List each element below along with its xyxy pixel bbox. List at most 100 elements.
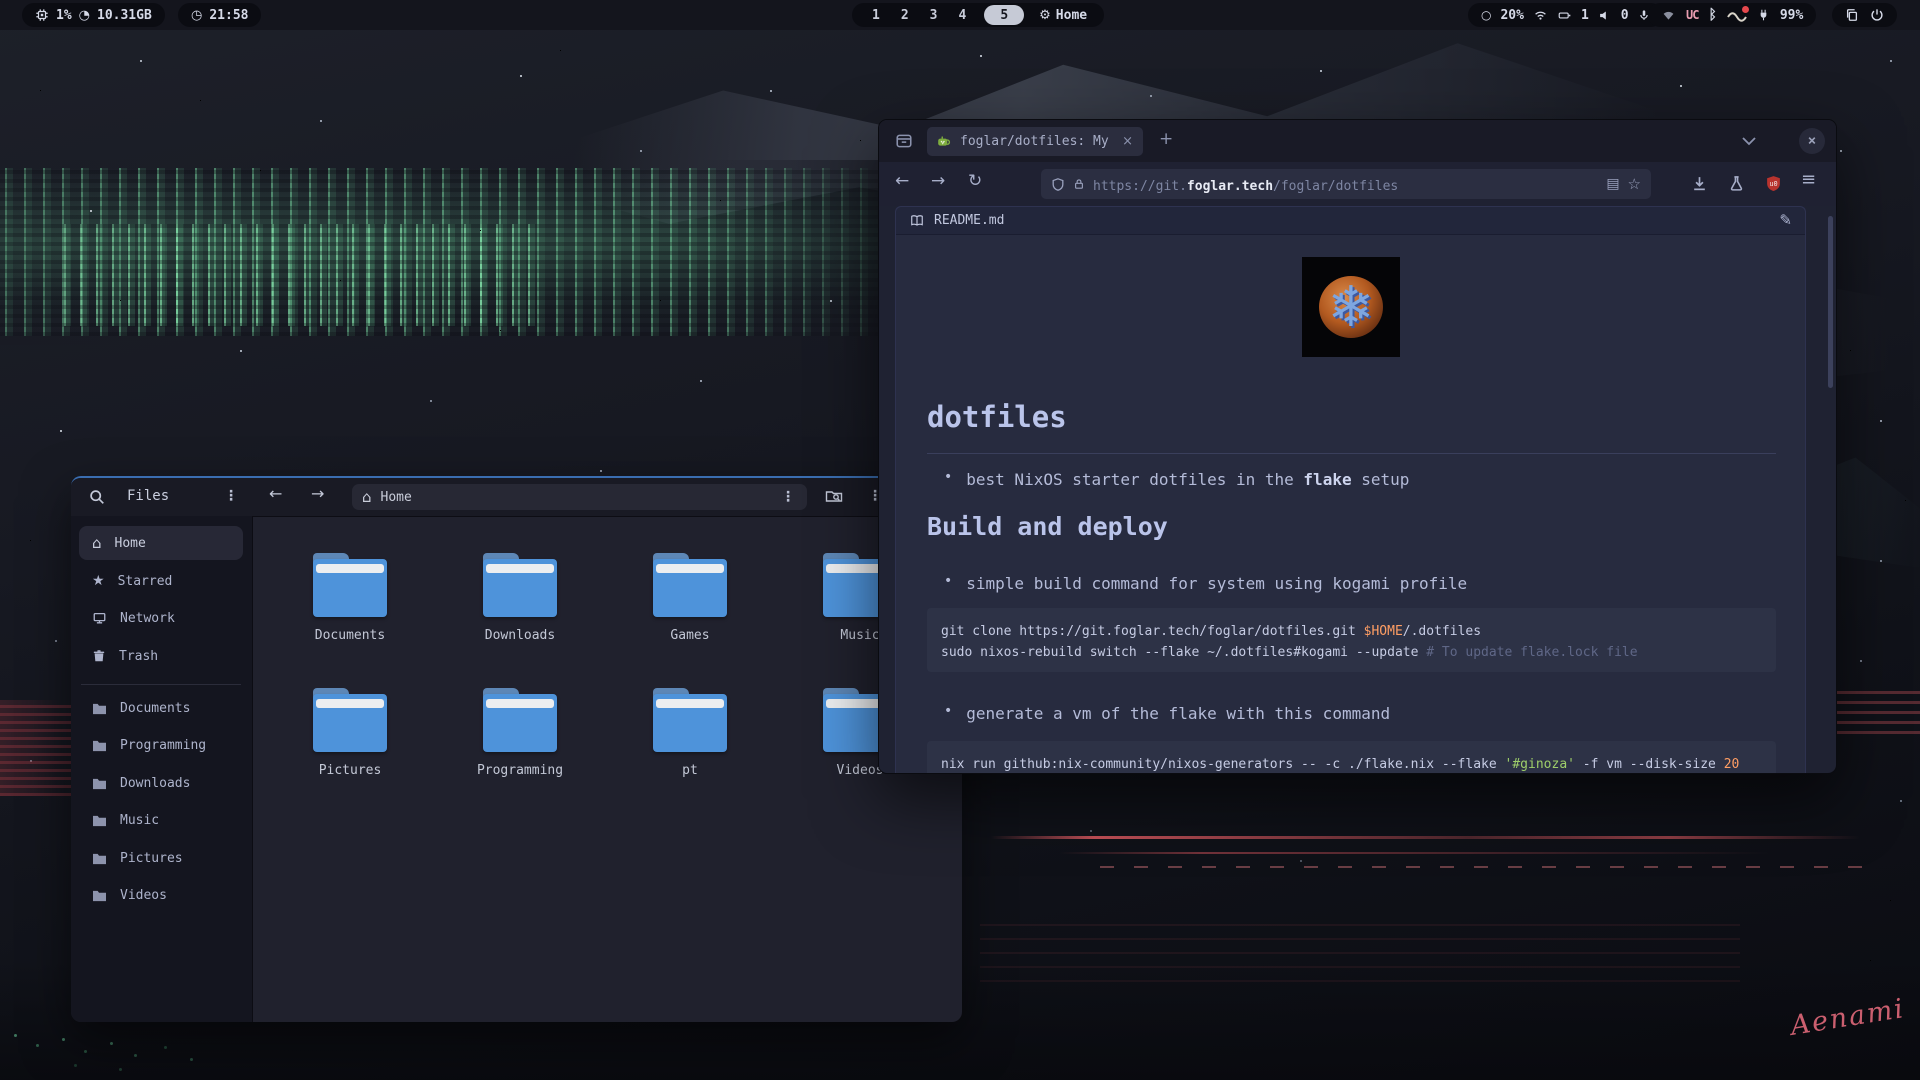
- forward-button[interactable]: →: [311, 486, 324, 502]
- browser-window: foglar/dotfiles: My × + × ← → ↻ https://…: [878, 119, 1837, 774]
- tracking-shield-icon[interactable]: [1051, 177, 1065, 192]
- url-path: /foglar/dotfiles: [1273, 179, 1398, 194]
- clock-pill[interactable]: ◷ 21:58: [178, 3, 261, 27]
- bullet-icon: •: [944, 470, 952, 489]
- wallpaper-red-streak: [990, 836, 1860, 839]
- files-sidebar: ⌂ Home ★ Starred Network Trash Documents: [71, 516, 253, 1022]
- files-sidebar-menu-icon[interactable]: ⋮: [224, 488, 238, 504]
- reader-mode-icon[interactable]: ▤: [1606, 177, 1619, 191]
- ublock-icon[interactable]: u0: [1765, 175, 1782, 192]
- extension-flask-icon[interactable]: [1728, 175, 1745, 192]
- folder-documents[interactable]: Documents: [290, 553, 410, 643]
- downloads-icon[interactable]: [1691, 175, 1708, 192]
- mode-indicator[interactable]: ⚙ Home: [1039, 8, 1087, 23]
- workspace-3[interactable]: 3: [927, 8, 941, 23]
- wallpaper-aurora-fade: [0, 160, 1000, 345]
- uc-app-tray-icon: UC: [1686, 8, 1698, 22]
- network-tray-icon: [1661, 9, 1676, 22]
- system-stats-pill[interactable]: 1% ◔ 10.31GB: [22, 3, 165, 27]
- sidebar-item-programming[interactable]: Programming: [79, 728, 243, 762]
- readme-bullet-3: • generate a vm of the flake with this c…: [944, 704, 1390, 723]
- session-pill[interactable]: [1832, 3, 1897, 27]
- code-text: -f vm --disk-size: [1575, 757, 1724, 772]
- speaker-icon: [1598, 9, 1612, 22]
- bookmark-star-icon[interactable]: ☆: [1628, 177, 1641, 192]
- window-close-button[interactable]: ×: [1799, 128, 1825, 154]
- reload-button[interactable]: ↻: [968, 173, 982, 190]
- readme-bullet-2: • simple build command for system using …: [944, 574, 1467, 593]
- quick-settings-pill[interactable]: ○ 20% 1 0: [1468, 3, 1663, 27]
- search-icon[interactable]: [89, 489, 105, 505]
- mode-label: Home: [1056, 8, 1087, 23]
- edit-pencil-icon[interactable]: ✎: [1779, 213, 1792, 228]
- sidebar-item-network[interactable]: Network: [79, 601, 243, 635]
- sidebar-item-label: Documents: [120, 701, 190, 716]
- star-icon: ★: [92, 574, 105, 588]
- sidebar-item-documents[interactable]: Documents: [79, 691, 243, 725]
- folder-icon: [313, 688, 387, 754]
- code-text: sudo nixos-rebuild switch --flake ~/.dot…: [941, 645, 1426, 660]
- sidebar-item-music[interactable]: Music: [79, 803, 243, 837]
- tab-close-icon[interactable]: ×: [1122, 134, 1133, 149]
- browser-tabbar[interactable]: foglar/dotfiles: My × + ×: [879, 120, 1836, 162]
- code-block-vm[interactable]: nix run github:nix-community/nixos-gener…: [927, 741, 1776, 774]
- folder-icon: [92, 889, 107, 902]
- trash-icon: [92, 649, 106, 663]
- path-location: Home: [381, 490, 412, 505]
- workspace-1[interactable]: 1: [869, 8, 883, 23]
- folder-games[interactable]: Games: [630, 553, 750, 643]
- folder-icon: [653, 553, 727, 619]
- code-text: nix run github:nix-community/nixos-gener…: [941, 757, 1505, 772]
- bullet-text: best NixOS starter dotfiles in the: [966, 470, 1303, 489]
- wallpaper-red-streak: [1836, 688, 1920, 734]
- scrollbar-thumb[interactable]: [1828, 216, 1833, 388]
- forward-button[interactable]: →: [931, 173, 945, 190]
- path-menu-icon[interactable]: ⋮: [781, 489, 795, 505]
- tab-title: foglar/dotfiles: My: [960, 134, 1109, 149]
- search-folder-view-icon[interactable]: [825, 488, 843, 504]
- folder-icon: [313, 553, 387, 619]
- folder-icon: [92, 702, 107, 715]
- folder-label: Programming: [460, 763, 580, 778]
- sidebar-item-downloads[interactable]: Downloads: [79, 766, 243, 800]
- lock-icon[interactable]: [1073, 177, 1085, 191]
- vpn-wave-icon: [1727, 8, 1747, 22]
- clipboard-icon: [1845, 8, 1859, 22]
- sidebar-item-pictures[interactable]: Pictures: [79, 841, 243, 875]
- readme-header[interactable]: README.md ✎: [896, 207, 1805, 235]
- folder-downloads[interactable]: Downloads: [460, 553, 580, 643]
- new-tab-button[interactable]: +: [1159, 129, 1173, 149]
- sidebar-item-trash[interactable]: Trash: [79, 639, 243, 673]
- sidebar-item-videos[interactable]: Videos: [79, 878, 243, 912]
- tab-sidebar-icon[interactable]: [895, 132, 913, 150]
- workspace-4[interactable]: 4: [955, 8, 969, 23]
- code-line: sudo nixos-rebuild switch --flake ~/.dot…: [941, 642, 1762, 663]
- folder-programming[interactable]: Programming: [460, 688, 580, 778]
- hamburger-menu-icon[interactable]: ≡: [1801, 171, 1816, 189]
- url-text[interactable]: https://git.foglar.tech/foglar/dotfiles: [1093, 175, 1398, 194]
- nixos-snowflake-icon: ❄: [1302, 257, 1400, 357]
- url-bar[interactable]: https://git.foglar.tech/foglar/dotfiles …: [1041, 169, 1651, 199]
- system-tray-pill[interactable]: UC ᛒ 99%: [1648, 3, 1816, 27]
- url-domain: foglar.tech: [1187, 179, 1273, 194]
- files-headerbar[interactable]: Files ⋮ ← → ⌂ Home ⋮ ⋮: [71, 478, 962, 517]
- path-bar[interactable]: ⌂ Home ⋮: [352, 484, 807, 510]
- workspace-5-active[interactable]: 5: [984, 5, 1024, 25]
- browser-tab-active[interactable]: foglar/dotfiles: My ×: [927, 127, 1143, 156]
- url-scheme: https://git.: [1093, 179, 1187, 194]
- home-icon: ⌂: [92, 536, 102, 551]
- back-button[interactable]: ←: [269, 486, 282, 502]
- readme-filename: README.md: [934, 213, 1004, 228]
- sidebar-item-home[interactable]: ⌂ Home: [79, 526, 243, 560]
- code-block-build[interactable]: git clone https://git.foglar.tech/foglar…: [927, 608, 1776, 672]
- sidebar-item-starred[interactable]: ★ Starred: [79, 564, 243, 598]
- folder-pt[interactable]: pt: [630, 688, 750, 778]
- back-button[interactable]: ←: [895, 173, 909, 190]
- code-comment: # To update flake.lock file: [1426, 645, 1637, 660]
- tab-list-chevron-icon[interactable]: [1741, 136, 1757, 146]
- workspace-2[interactable]: 2: [898, 8, 912, 23]
- cpu-usage: 1%: [56, 8, 72, 23]
- files-window: Files ⋮ ← → ⌂ Home ⋮ ⋮ ⌂ Home ★ Starred: [71, 476, 962, 1022]
- sidebar-item-label: Home: [115, 536, 146, 551]
- folder-pictures[interactable]: Pictures: [290, 688, 410, 778]
